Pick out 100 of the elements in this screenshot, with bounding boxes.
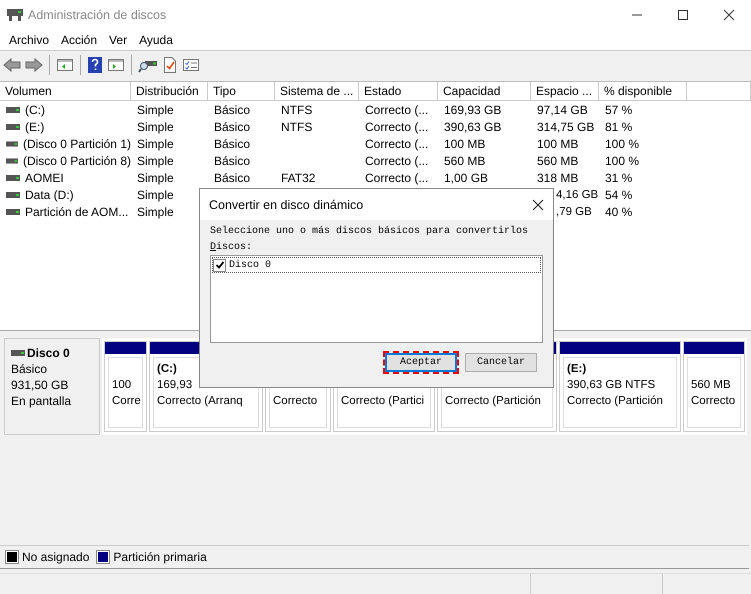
column-header[interactable]: Sistema de ... [275,82,359,101]
table-cell: 314,75 GB [537,120,594,134]
table-cell: 54 % [605,188,632,202]
disk-status: En pantalla [11,393,72,409]
table-cell: 57 % [605,102,632,116]
table-cell: NTFS [281,120,312,134]
dialog-title: Convertir en disco dinámico [209,198,364,212]
disk-name: Disco 0 [27,345,70,361]
table-cell: (Disco 0 Partición 1) [22,136,131,150]
table-cell: (Disco 0 Partición 8) [22,154,131,168]
table-cell: NTFS [281,102,312,116]
table-cell: Simple [137,170,174,184]
menu-item[interactable]: Ayuda [133,33,179,47]
table-cell: Correcto (... [365,170,428,184]
table-cell: 97,14 GB [537,102,588,116]
partition-status: Corre [112,395,141,407]
table-cell: Simple [137,136,174,150]
table-cell: 1,00 GB [444,170,488,184]
help-icon[interactable] [87,56,103,74]
prompt-text: Seleccione uno o más discos básicos para convertirlos [210,226,530,237]
partition-block[interactable]: (E:) 390,63 GB NTFS Correcto (Partición [559,341,681,432]
volume-icon [6,174,20,180]
table-cell: Correcto (... [365,102,428,116]
disk-size: 931,50 GB [11,377,70,393]
legend-label: Partición primaria [113,550,207,564]
table-cell: Simple [137,120,174,134]
dialog-button[interactable]: Aceptar [385,353,457,372]
document-check-icon[interactable] [162,56,178,74]
partition-name: (C:) [157,363,177,375]
volume-icon [6,158,18,164]
column-header[interactable]: Tipo [208,82,275,101]
menu-item[interactable]: Acción [55,33,104,47]
table-cell: Simple [137,154,174,168]
partition-status: Correcto [691,395,736,407]
disk-management-icon [6,7,24,23]
table-cell: Correcto (... [365,136,428,150]
partition-name: (E:) [567,363,586,375]
menu-item[interactable]: Ver [103,33,134,47]
column-header[interactable]: Estado [359,82,438,101]
checkbox[interactable] [213,258,226,272]
partition-status: Correcto (Arranq [157,395,243,407]
table-cell: 390,63 GB [444,120,502,134]
close-icon[interactable] [532,198,544,210]
table-cell: Simple [137,204,174,218]
table-cell: ,79 GB [556,206,592,218]
pane-icon[interactable] [56,56,74,72]
volume-icon [6,208,20,214]
table-cell: 318 MB [537,170,578,184]
column-header[interactable]: Distribución [131,82,208,101]
disk-type: Básico [11,361,48,377]
table-cell: FAT32 [281,170,316,184]
column-header[interactable]: Capacidad [438,82,531,101]
partition-bar [105,342,146,354]
close-icon[interactable] [723,9,735,21]
dialog-button[interactable]: Cancelar [465,353,537,372]
volume-icon [6,106,20,112]
volume-icon [6,124,20,130]
table-cell: (C:) [25,102,45,116]
list-item[interactable]: Disco 0 [229,260,272,270]
volume-icon [6,192,20,198]
table-cell: AOMEI [25,170,64,184]
table-cell: 560 MB [444,154,486,168]
disk-listbox[interactable]: Disco 0 [210,255,543,343]
partition-size: 100 [112,379,132,391]
partition-size: 390,63 GB NTFS [567,379,656,391]
column-header[interactable]: Volumen [0,82,131,101]
table-cell: Partición de AOM... [25,204,128,218]
back-arrow-icon[interactable] [3,56,21,72]
partition-block[interactable]: 100 Corre [104,341,147,432]
table-cell: 81 % [605,120,632,134]
table-cell: 100 % [605,136,640,150]
legend-label: No asignado [22,550,90,564]
column-header[interactable]: % disponible [599,82,687,101]
forward-arrow-icon[interactable] [25,56,43,72]
table-cell: Básico [214,102,250,116]
table-cell: 4,16 GB [556,188,598,200]
maximize-icon[interactable] [677,9,689,21]
table-cell: 169,93 GB [444,102,502,116]
table-cell: 100 MB [444,136,486,150]
table-cell: Correcto (... [365,120,428,134]
table-cell: 31 % [605,170,632,184]
table-cell: Simple [137,102,174,116]
list-label: Discos: [210,242,254,253]
table-cell: Data (D:) [25,188,74,202]
partition-status: Correcto (Partici [341,395,424,407]
partition-block[interactable]: 560 MB Correcto [683,341,745,432]
table-cell: 100 % [605,154,640,168]
partition-bar [684,342,744,354]
partition-size: 560 MB [691,379,731,391]
table-cell: Básico [214,170,250,184]
table-cell: (E:) [25,120,44,134]
window-title: Administración de discos [28,8,166,22]
menu-item[interactable]: Archivo [3,33,56,47]
partition-size: 169,93 [157,379,192,391]
column-header[interactable]: Espacio ... [531,82,599,101]
table-cell: Básico [214,136,250,150]
partition-status: Correcto (Partición [445,395,541,407]
pane-icon[interactable] [107,56,125,72]
checklist-icon[interactable] [182,56,200,72]
table-cell: Correcto (... [365,154,428,168]
